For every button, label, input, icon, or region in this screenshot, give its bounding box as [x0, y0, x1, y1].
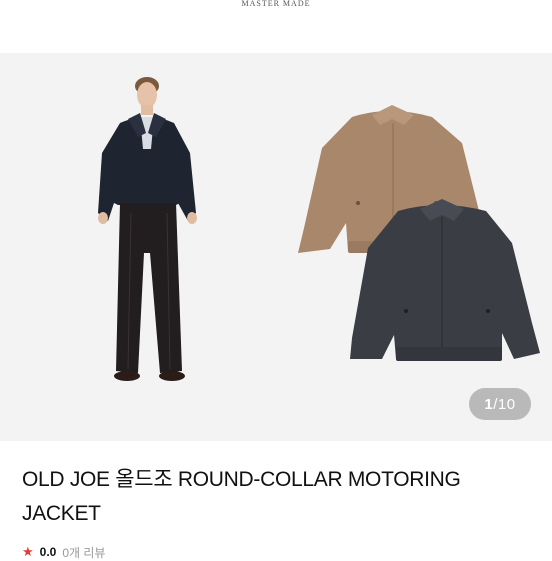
product-photo	[98, 77, 540, 381]
star-icon: ★	[22, 544, 34, 559]
image-counter-badge: 1 / 10	[469, 388, 531, 420]
product-title: OLD JOE 올드조 ROUND-COLLAR MOTORING JACKET	[22, 468, 461, 525]
rating-score: 0.0	[39, 545, 57, 559]
model-figure	[98, 77, 197, 381]
product-image-gallery[interactable]: 1 / 10	[0, 53, 552, 441]
brand-logo: MASTER MADE	[241, 0, 311, 8]
image-counter-current: 1	[484, 395, 494, 413]
product-rating[interactable]: ★ 0.0 0개 리뷰	[22, 544, 105, 560]
review-count-link[interactable]: 0개 리뷰	[62, 544, 105, 561]
image-counter-total: 10	[497, 395, 516, 413]
